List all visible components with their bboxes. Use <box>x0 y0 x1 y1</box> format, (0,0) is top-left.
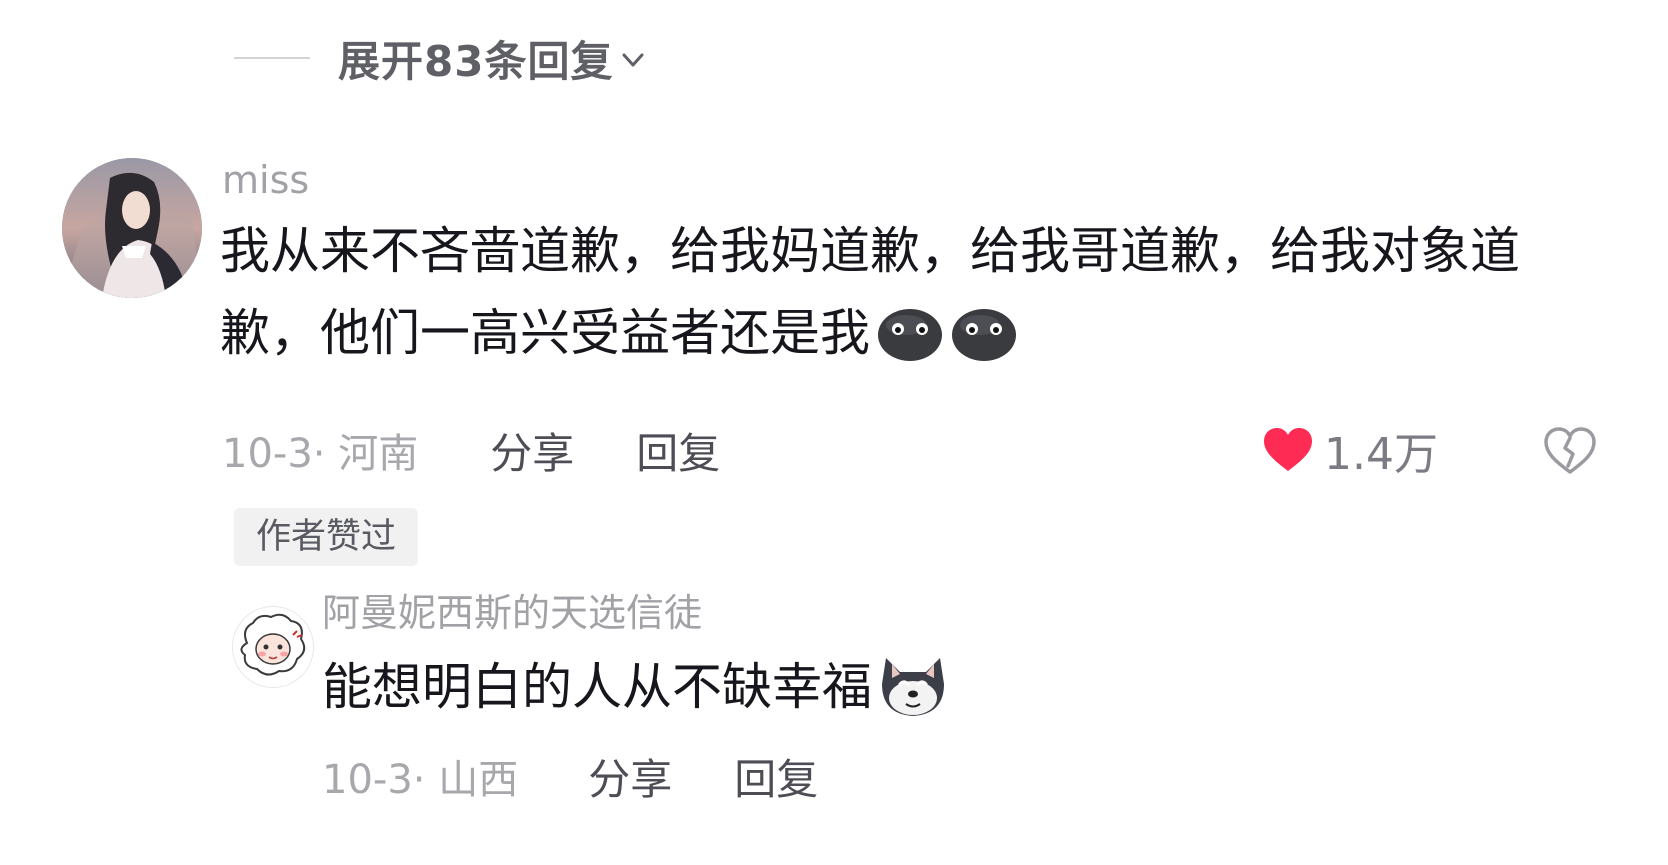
comment-body: 我从来不吝啬道歉，给我妈道歉，给我哥道歉，给我对象道歉，他们一高兴受益者还是我 <box>220 210 1520 374</box>
author-liked-badge: 作者赞过 <box>234 508 419 566</box>
comment-meta: 10-3· 山西 分享 回复 <box>322 746 818 806</box>
comment-text: 能想明白的人从不缺幸福 <box>322 658 872 716</box>
shiba-dog-emoji-icon <box>882 657 944 716</box>
comment-date-location: 10-3· 河南 <box>222 431 419 477</box>
like-count: 1.4万 <box>1324 429 1438 480</box>
sheep-avatar-illustration <box>233 607 313 687</box>
share-button[interactable]: 分享 <box>588 746 672 807</box>
comment-date-location: 10-3· 山西 <box>322 757 519 803</box>
like-button[interactable]: 1.4万 <box>1262 420 1438 480</box>
comment-meta: 10-3· 河南 分享 回复 <box>222 420 720 480</box>
avatar[interactable] <box>232 606 314 688</box>
reply-button[interactable]: 回复 <box>636 420 720 481</box>
dislike-broken-heart-icon[interactable] <box>1543 426 1597 476</box>
avatar-illustration <box>62 158 202 298</box>
chevron-down-icon[interactable] <box>621 48 645 72</box>
comment-username[interactable]: miss <box>222 158 309 202</box>
reply-button[interactable]: 回复 <box>734 746 818 807</box>
expand-divider-line <box>234 57 310 59</box>
comment-username[interactable]: 阿曼妮西斯的天选信徒 <box>322 582 702 637</box>
comment-text: 我从来不吝啬道歉，给我妈道歉，给我哥道歉，给我对象道歉，他们一高兴受益者还是我 <box>220 222 1520 362</box>
share-button[interactable]: 分享 <box>490 420 574 481</box>
heart-filled-icon <box>1264 428 1312 471</box>
expand-replies-row[interactable]: 展开83条回复 <box>234 30 645 86</box>
black-smile-emoji-icon <box>952 308 1016 361</box>
comment-body: 能想明白的人从不缺幸福 <box>322 646 1222 728</box>
avatar[interactable] <box>62 158 202 298</box>
black-smile-emoji-icon <box>878 308 942 361</box>
expand-replies-label[interactable]: 展开83条回复 <box>338 28 613 89</box>
